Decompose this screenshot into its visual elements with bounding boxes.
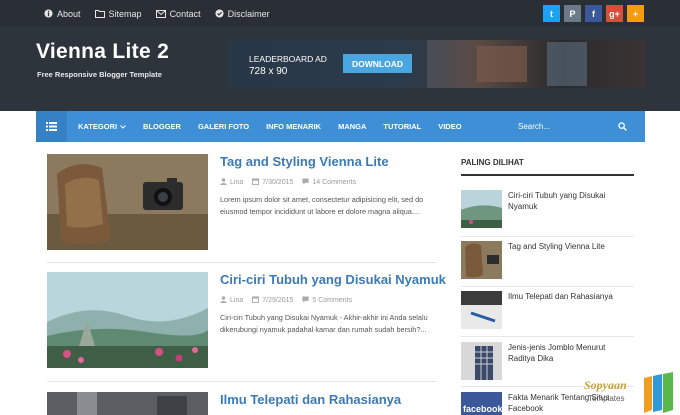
svg-text:Templates: Templates (588, 394, 624, 403)
site-title[interactable]: Vienna Lite 2 (36, 40, 169, 64)
sidebar-title-underline (461, 174, 634, 176)
post-comments[interactable]: 5 Comments (312, 297, 352, 304)
top-link-label: Contact (169, 8, 201, 19)
twitter-icon[interactable]: t (543, 5, 560, 22)
search-input[interactable]: Search... (518, 122, 618, 131)
nav-item-manga[interactable]: MANGA (338, 122, 366, 131)
divider (47, 381, 437, 382)
google-plus-icon[interactable]: g+ (606, 5, 623, 22)
sidebar-item[interactable]: Tag and Styling Vienna Lite (461, 241, 634, 281)
sopyaan-templates-watermark: Sopyaan Templates (582, 372, 680, 415)
post-title[interactable]: Ilmu Telepati dan Rahasianya (220, 392, 401, 407)
post-thumbnail[interactable] (47, 272, 208, 368)
divider (461, 286, 634, 287)
nav-item-tutorial[interactable]: TUTORIAL (383, 122, 421, 131)
sidebar-item-title[interactable]: Ilmu Telepati dan Rahasianya (508, 291, 630, 302)
calendar-icon (252, 296, 260, 305)
sidebar-item-title[interactable]: Tag and Styling Vienna Lite (508, 241, 630, 252)
post-excerpt: Lorem ipsum dolor sit amet, consectetur … (220, 195, 424, 216)
sidebar-thumbnail[interactable] (461, 190, 502, 228)
post-author[interactable]: Lina (230, 179, 243, 186)
post-author[interactable]: Lina (230, 297, 243, 304)
top-link-label: Disclaimer (227, 8, 270, 19)
ad-image (547, 42, 587, 86)
user-icon (220, 178, 227, 187)
post-item: Tag and Styling Vienna Lite Lina 7/30/20… (47, 154, 437, 254)
check-circle-icon (215, 9, 224, 18)
search-icon[interactable] (618, 122, 627, 131)
folder-icon (94, 9, 105, 18)
post-meta: Lina 7/30/2015 14 Comments (220, 178, 359, 187)
plus-icon[interactable]: + (627, 5, 644, 22)
nav-items: KATEGORI BLOGGER GALERI FOTO INFO MENARI… (78, 111, 479, 142)
ad-size: 728 x 90 (249, 66, 288, 77)
ad-label: LEADERBOARD AD (249, 54, 327, 64)
facebook-icon[interactable]: f (585, 5, 602, 22)
post-date: 7/29/2015 (262, 297, 294, 304)
nav-item-kategori[interactable]: KATEGORI (78, 122, 126, 131)
divider (461, 336, 634, 337)
nav-item-info-menarik[interactable]: INFO MENARIK (266, 122, 321, 131)
sidebar-thumbnail[interactable] (461, 291, 502, 329)
nav-item-video[interactable]: VIDEO (438, 122, 461, 131)
sidebar-item[interactable]: Ciri-ciri Tubuh yang Disukai Nyamuk (461, 190, 634, 230)
nav-item-blogger[interactable]: BLOGGER (143, 122, 181, 131)
post-meta: Lina 7/29/2015 5 Comments (220, 296, 355, 305)
site-header: Vienna Lite 2 Free Responsive Blogger Te… (0, 27, 680, 111)
sidebar-thumbnail[interactable] (461, 342, 502, 380)
top-link-disclaimer[interactable]: Disclaimer (215, 9, 270, 19)
post-thumbnail[interactable] (47, 392, 208, 415)
top-link-about[interactable]: About (44, 9, 81, 19)
post-comments[interactable]: 14 Comments (312, 179, 356, 186)
post-title[interactable]: Tag and Styling Vienna Lite (220, 154, 389, 169)
post-item: Ilmu Telepati dan Rahasianya (47, 392, 437, 415)
post-date: 7/30/2015 (262, 179, 294, 186)
sidebar-title: PALING DILIHAT (461, 158, 524, 167)
sidebar-thumbnail[interactable]: facebook (461, 392, 502, 415)
main-nav: KATEGORI BLOGGER GALERI FOTO INFO MENARI… (36, 111, 645, 142)
top-bar: About Sitemap Contact Disclaimer t P f g… (0, 0, 680, 27)
site-tagline: Free Responsive Blogger Template (37, 70, 162, 79)
comment-icon (302, 178, 309, 187)
svg-text:Sopyaan: Sopyaan (584, 378, 627, 392)
sidebar-item-title[interactable]: Ciri-ciri Tubuh yang Disukai Nyamuk (508, 190, 630, 212)
divider (47, 262, 437, 263)
top-link-contact[interactable]: Contact (155, 8, 201, 19)
sidebar-thumbnail[interactable] (461, 241, 502, 279)
chevron-down-icon (120, 124, 126, 129)
sidebar-item-title[interactable]: Jenis-jenis Jomblo Menurut Raditya Dika (508, 342, 630, 364)
user-icon (220, 296, 227, 305)
svg-text:facebook: facebook (463, 404, 502, 414)
menu-icon (46, 118, 57, 136)
top-link-sitemap[interactable]: Sitemap (94, 8, 142, 19)
ad-download-button[interactable]: DOWNLOAD (343, 54, 412, 73)
social-buttons: t P f g+ + (539, 5, 644, 22)
top-link-label: About (57, 8, 81, 19)
envelope-icon (155, 9, 166, 18)
top-links: About Sitemap Contact Disclaimer (44, 0, 284, 27)
top-link-label: Sitemap (108, 8, 142, 19)
sidebar-item[interactable]: Ilmu Telepati dan Rahasianya (461, 291, 634, 331)
calendar-icon (252, 178, 260, 187)
pinterest-icon[interactable]: P (564, 5, 581, 22)
search-box[interactable]: Search... (518, 111, 627, 142)
divider (461, 236, 634, 237)
post-thumbnail[interactable] (47, 154, 208, 250)
ad-image (477, 46, 527, 82)
post-item: Ciri-ciri Tubuh yang Disukai Nyamuk Lina… (47, 272, 446, 372)
info-circle-icon (44, 9, 53, 18)
nav-item-galeri-foto[interactable]: GALERI FOTO (198, 122, 249, 131)
nav-item-label: KATEGORI (78, 122, 118, 131)
menu-button[interactable] (36, 111, 67, 142)
post-excerpt: Ciri-ciri Tubuh yang Disukai Nyamuk - Ak… (220, 313, 428, 334)
leaderboard-ad[interactable]: LEADERBOARD AD 728 x 90 DOWNLOAD (227, 40, 645, 88)
post-title[interactable]: Ciri-ciri Tubuh yang Disukai Nyamuk (220, 272, 446, 287)
comment-icon (302, 296, 309, 305)
